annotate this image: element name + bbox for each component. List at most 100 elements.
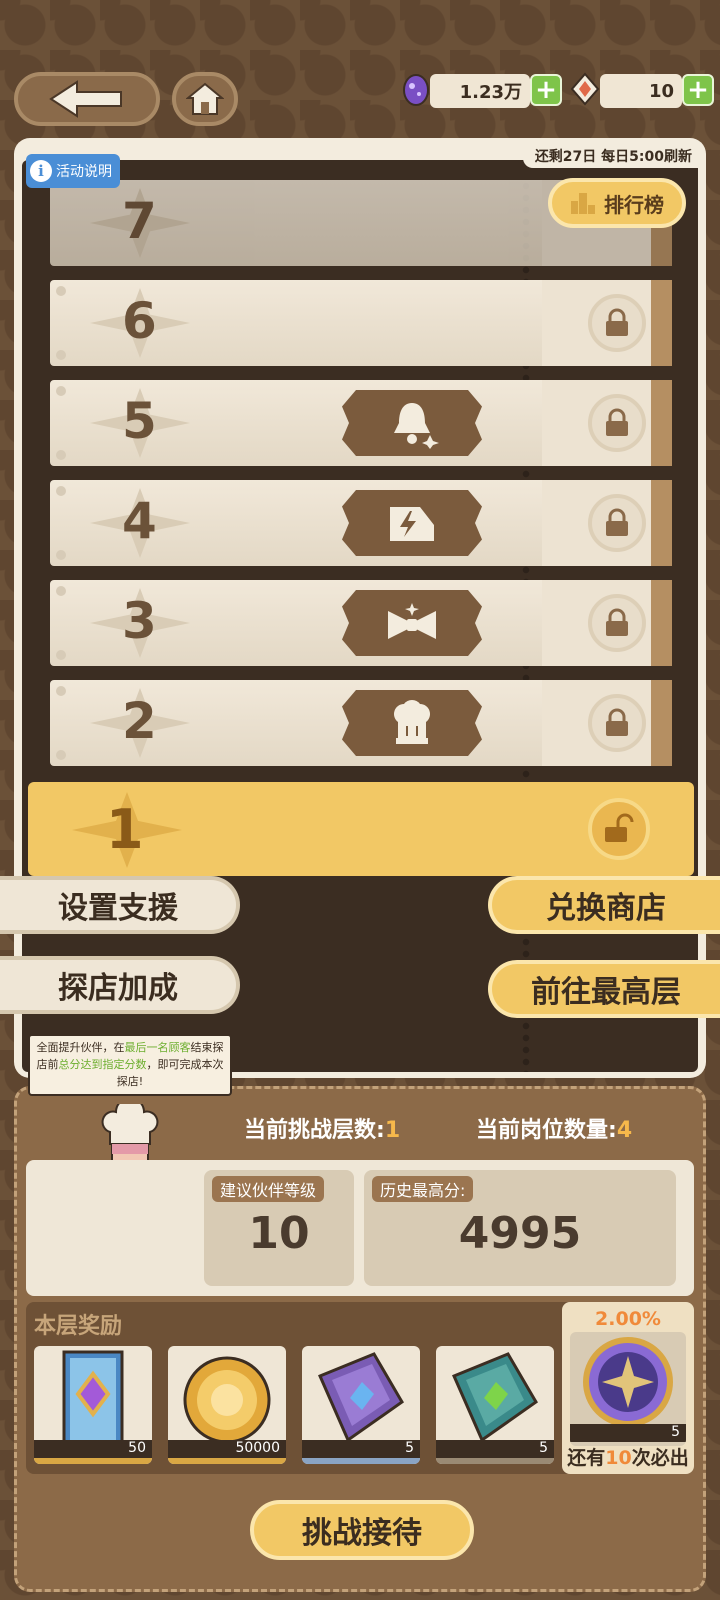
gem-egg-icon — [403, 74, 429, 106]
reward-count: 5 — [436, 1440, 554, 1458]
visit-bonus-button[interactable]: 探店加成 — [0, 956, 240, 1014]
current-floor-label: 当前挑战层数: — [244, 1118, 385, 1143]
bell-icon — [394, 403, 439, 449]
info-icon: i — [30, 160, 52, 182]
corner-dot — [56, 750, 66, 760]
exchange-shop-button[interactable]: 兑换商店 — [488, 876, 720, 934]
ranking-label: 排行榜 — [604, 192, 664, 217]
special-reward-count: 5 — [570, 1424, 686, 1442]
rarity-bar — [34, 1458, 152, 1464]
corner-dot — [56, 586, 66, 596]
corner-dot — [56, 450, 66, 460]
ticket-icon — [570, 72, 600, 106]
corner-dot — [56, 350, 66, 360]
floor-1-current[interactable]: 1 — [28, 782, 694, 876]
slot-count-stat: 当前岗位数量:4 — [476, 1112, 632, 1144]
home-icon — [186, 82, 224, 115]
reward-count: 5 — [302, 1440, 420, 1458]
reward-item-crystal-card[interactable]: 50 — [34, 1346, 152, 1464]
current-floor-stat: 当前挑战层数:1 — [244, 1112, 400, 1144]
rarity-bar — [302, 1458, 420, 1464]
power-card-icon — [390, 507, 434, 541]
hint-bubble: 全面提升伙伴，在最后一名顾客结束探店前总分达到指定分数，即可完成本次探店! — [28, 1034, 232, 1096]
floor-reward-badge — [342, 490, 482, 556]
floor-number: 6 — [122, 292, 157, 350]
hint-highlight: 总分达到指定分数 — [58, 1058, 147, 1071]
floor-number: 4 — [122, 492, 157, 550]
floor-5[interactable]: 5 — [50, 380, 672, 466]
bow-tie-icon — [388, 603, 436, 639]
event-timer: 还剩27日 每日5:00刷新 — [522, 142, 704, 168]
floor-4[interactable]: 4 — [50, 480, 672, 566]
best-score-box: 历史最高分: 4995 — [364, 1170, 676, 1286]
hint-text: 全面提升伙伴，在 — [36, 1041, 125, 1054]
reward-count: 50000 — [168, 1440, 286, 1458]
lock-icon — [588, 294, 646, 352]
guarantee-prefix: 还有 — [567, 1447, 606, 1469]
lock-icon — [588, 494, 646, 552]
floor-reward-badge — [342, 390, 482, 456]
floor-2[interactable]: 2 — [50, 680, 672, 766]
go-highest-floor-button[interactable]: 前往最高层 — [488, 960, 720, 1018]
floor-number: 1 — [106, 798, 144, 861]
best-score-value: 4995 — [458, 1208, 582, 1259]
corner-dot — [56, 386, 66, 396]
unlock-icon — [588, 798, 650, 860]
floor-3[interactable]: 3 — [50, 580, 672, 666]
podium-icon — [571, 193, 595, 214]
tickets-value: 10 — [600, 74, 682, 108]
corner-dot — [56, 286, 66, 296]
arrow-left-icon — [49, 80, 122, 118]
rarity-bar — [168, 1458, 286, 1464]
add-gems-button[interactable]: + — [530, 74, 562, 106]
lock-icon — [588, 694, 646, 752]
floor-number: 2 — [122, 692, 157, 750]
corner-dot — [56, 550, 66, 560]
add-tickets-button[interactable]: + — [682, 74, 714, 106]
gems-value: 1.23万 — [430, 74, 530, 108]
gold-coin-icon — [183, 1356, 271, 1444]
recommended-level-box: 建议伙伴等级 10 — [204, 1170, 354, 1286]
event-info-button[interactable]: i 活动说明 — [26, 154, 120, 188]
floor-number: 5 — [122, 392, 157, 450]
set-support-button[interactable]: 设置支援 — [0, 876, 240, 934]
reward-count: 50 — [34, 1440, 152, 1458]
lock-icon — [588, 394, 646, 452]
floor-rewards-title: 本层奖励 — [34, 1314, 123, 1339]
green-book-icon — [452, 1352, 538, 1443]
back-button[interactable] — [14, 72, 160, 126]
special-reward[interactable]: 2.00% 5 还有10次必出 — [562, 1302, 694, 1474]
star-medal-icon — [583, 1337, 673, 1427]
corner-dot — [56, 650, 66, 660]
best-score-label: 历史最高分: — [372, 1176, 474, 1202]
challenge-button[interactable]: 挑战接待 — [250, 1500, 474, 1560]
guarantee-suffix: 次必出 — [631, 1447, 689, 1469]
purple-book-icon — [318, 1352, 404, 1443]
floor-number: 3 — [122, 592, 157, 650]
recommended-level-value: 10 — [248, 1208, 310, 1259]
corner-dot — [56, 686, 66, 696]
ranking-button[interactable]: 排行榜 — [548, 178, 686, 228]
rarity-bar — [436, 1458, 554, 1464]
special-reward-frame: 5 — [570, 1332, 686, 1446]
recommended-level-label: 建议伙伴等级 — [212, 1176, 325, 1202]
slot-count-value: 4 — [616, 1118, 633, 1143]
floor-number: 7 — [122, 192, 157, 250]
floor-6[interactable]: 6 — [50, 280, 672, 366]
slot-count-label: 当前岗位数量: — [476, 1118, 617, 1143]
guarantee-text: 还有10次必出 — [562, 1443, 694, 1470]
reward-item-purple-book[interactable]: 5 — [302, 1346, 420, 1464]
special-reward-chance: 2.00% — [595, 1308, 661, 1330]
floor-reward-badge — [342, 590, 482, 656]
hint-highlight: 最后一名顾客 — [124, 1041, 191, 1054]
guarantee-count: 10 — [605, 1447, 632, 1469]
home-button[interactable] — [172, 72, 238, 126]
corner-dot — [56, 486, 66, 496]
event-info-label: 活动说明 — [56, 164, 112, 180]
reward-item-green-book[interactable]: 5 — [436, 1346, 554, 1464]
lock-icon — [588, 594, 646, 652]
chef-hat-icon — [394, 700, 430, 744]
floor-reward-badge — [342, 690, 482, 756]
reward-item-coin[interactable]: 50000 — [168, 1346, 286, 1464]
crystal-card-icon — [62, 1350, 124, 1448]
